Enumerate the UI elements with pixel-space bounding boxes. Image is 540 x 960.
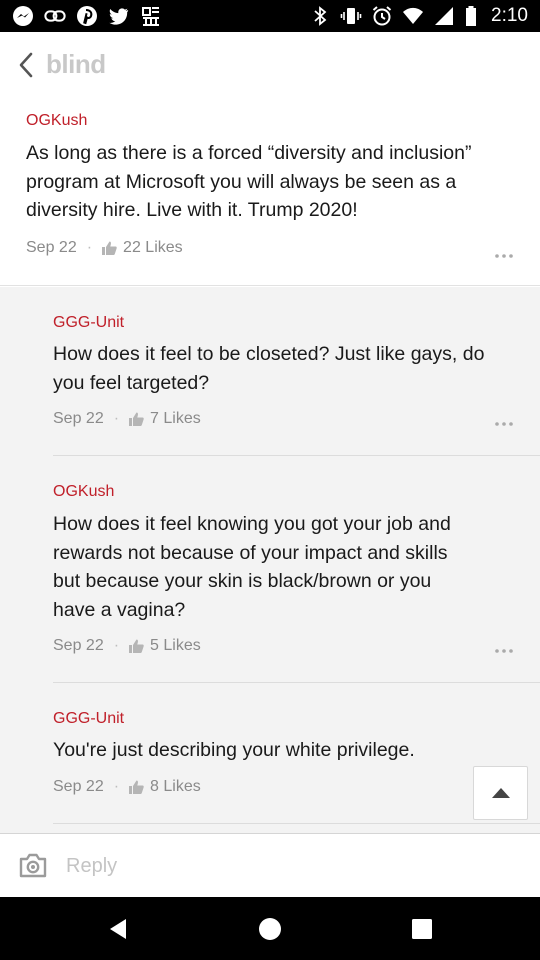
reply-author[interactable]: OGKush [53,483,114,501]
more-options-icon[interactable] [494,421,514,427]
reply-meta: Sep 22 · 8 Likes [53,778,201,796]
reply-list: GGG-Unit How does it feel to be closeted… [0,287,540,833]
like-count[interactable]: 5 Likes [150,637,201,655]
status-bar: 2:10 [0,0,540,32]
comment-author[interactable]: OGKush [26,112,87,130]
home-nav-icon[interactable] [257,916,283,942]
comment-meta: Sep 22 · 22 Likes [26,239,183,257]
messenger-icon [13,6,33,26]
wifi-icon [403,7,424,24]
chevron-left-icon[interactable] [16,50,38,80]
divider [53,823,540,824]
reply-text: How does it feel to be closeted? Just li… [53,343,485,394]
reply-meta: Sep 22 · 5 Likes [53,637,201,655]
caret-up-icon [491,788,510,798]
vibrate-icon [340,8,362,24]
reply-item: GGG-Unit You're just describing your whi… [0,683,540,824]
twitter-icon [109,8,129,25]
battery-icon [466,6,477,26]
reply-text: How does it feel knowing you got your jo… [53,513,451,621]
more-options-icon[interactable] [494,253,514,259]
reply-author[interactable]: GGG-Unit [53,314,124,332]
like-count[interactable]: 8 Likes [150,778,201,796]
app-icon [142,7,159,26]
more-options-icon[interactable] [494,648,514,654]
clock: 2:10 [491,5,528,26]
like-count[interactable]: 7 Likes [150,410,201,428]
reply-bar [0,833,540,897]
link-icon [44,10,66,22]
like-icon[interactable] [129,412,144,426]
camera-icon[interactable] [19,853,47,878]
reply-input[interactable] [60,848,500,884]
signal-icon [435,7,454,25]
reply-item: OGKush How does it feel knowing you got … [0,456,540,683]
scroll-to-top-button[interactable] [473,766,528,820]
reply-date: Sep 22 [53,410,104,427]
comment-date: Sep 22 [26,239,77,256]
like-icon[interactable] [129,780,144,794]
reply-date: Sep 22 [53,778,104,795]
alarm-icon [372,6,392,26]
comment-text: As long as there is a forced “diversity … [26,142,472,221]
bluetooth-icon [314,6,327,26]
brand-logo: blind [46,49,106,79]
like-icon[interactable] [129,639,144,653]
reply-text: You're just describing your white privil… [53,739,415,761]
reply-date: Sep 22 [53,637,104,654]
like-icon[interactable] [102,241,117,255]
reply-item: GGG-Unit How does it feel to be closeted… [0,287,540,456]
top-comment: OGKush As long as there is a forced “div… [0,98,540,286]
notification-icons [12,5,162,27]
recents-nav-icon[interactable] [409,916,435,942]
back-nav-icon[interactable] [106,916,132,942]
reply-meta: Sep 22 · 7 Likes [53,410,201,428]
system-icons: 2:10 [309,5,528,27]
navigation-bar [0,897,540,960]
reply-author[interactable]: GGG-Unit [53,710,124,728]
pinterest-icon [77,6,97,26]
like-count[interactable]: 22 Likes [123,239,183,257]
app-header: blind [0,32,540,98]
